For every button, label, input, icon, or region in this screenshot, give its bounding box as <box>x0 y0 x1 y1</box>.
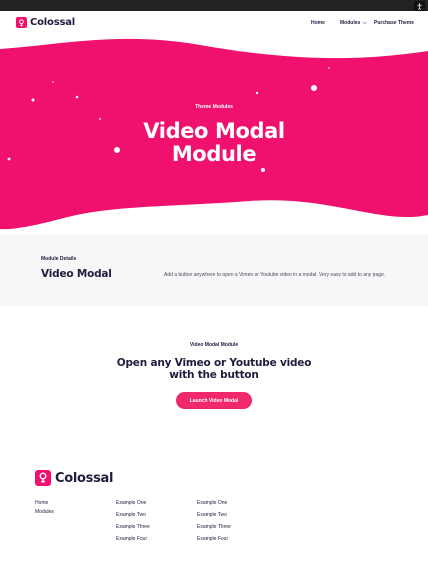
footer-logo-text: Colossal <box>55 470 114 486</box>
site-logo[interactable]: Colossal <box>16 17 75 28</box>
hero-eyebrow: Theme Modules <box>195 104 233 110</box>
footer-link[interactable]: Example Two <box>197 512 231 518</box>
footer-column-3: Example One Example Two Example Three Ex… <box>197 500 231 548</box>
video-modal-label: Video Modal Module <box>189 342 239 348</box>
page-title: Video Modal Module <box>0 120 428 166</box>
page-title-line-2: Module <box>171 142 257 166</box>
footer-link[interactable]: Example Two <box>116 512 150 518</box>
footer-column-1: Home Modules <box>35 500 54 517</box>
footer-link[interactable]: Example Three <box>116 524 150 530</box>
footer-logo[interactable]: Colossal <box>35 470 113 486</box>
logo-icon <box>35 470 51 486</box>
video-modal-heading-line-2: with the button <box>169 369 259 381</box>
module-details-description: Add a button anywhere to open a Vimeo or… <box>164 272 386 278</box>
nav-modules[interactable]: Modules <box>340 20 368 26</box>
footer-link[interactable]: Example One <box>116 500 150 506</box>
logo-icon <box>16 17 27 28</box>
footer-link[interactable]: Example Four <box>197 536 231 542</box>
module-details-section: Module Details Video Modal Add a button … <box>0 235 428 306</box>
launch-video-modal-button[interactable]: Launch Video Modal <box>176 392 252 409</box>
footer-link-home[interactable]: Home <box>35 500 54 506</box>
footer-column-2: Example One Example Two Example Three Ex… <box>116 500 150 548</box>
footer-link-modules[interactable]: Modules <box>35 509 54 515</box>
site-footer: Colossal Home Modules Example One Exampl… <box>0 456 428 573</box>
footer-link[interactable]: Example Three <box>197 524 231 530</box>
module-details-label: Module Details <box>41 256 77 262</box>
nav-modules-label: Modules <box>340 20 361 26</box>
video-modal-heading: Open any Vimeo or Youtube video with the… <box>0 357 428 381</box>
hero-banner: Theme Modules Video Modal Module <box>0 35 428 235</box>
top-strip <box>0 0 428 12</box>
footer-link[interactable]: Example Four <box>116 536 150 542</box>
chevron-down-icon <box>362 21 368 25</box>
site-header: Colossal Home Modules Purchase Theme <box>0 11 428 35</box>
page-title-line-1: Video Modal <box>143 119 285 143</box>
nav-purchase-theme[interactable]: Purchase Theme <box>374 20 414 26</box>
module-details-heading: Video Modal <box>41 268 112 280</box>
footer-link[interactable]: Example One <box>197 500 231 506</box>
video-modal-section: Video Modal Module Open any Vimeo or You… <box>0 306 428 456</box>
nav-home[interactable]: Home <box>311 20 325 26</box>
logo-text: Colossal <box>30 17 75 28</box>
video-modal-heading-line-1: Open any Vimeo or Youtube video <box>116 357 312 369</box>
